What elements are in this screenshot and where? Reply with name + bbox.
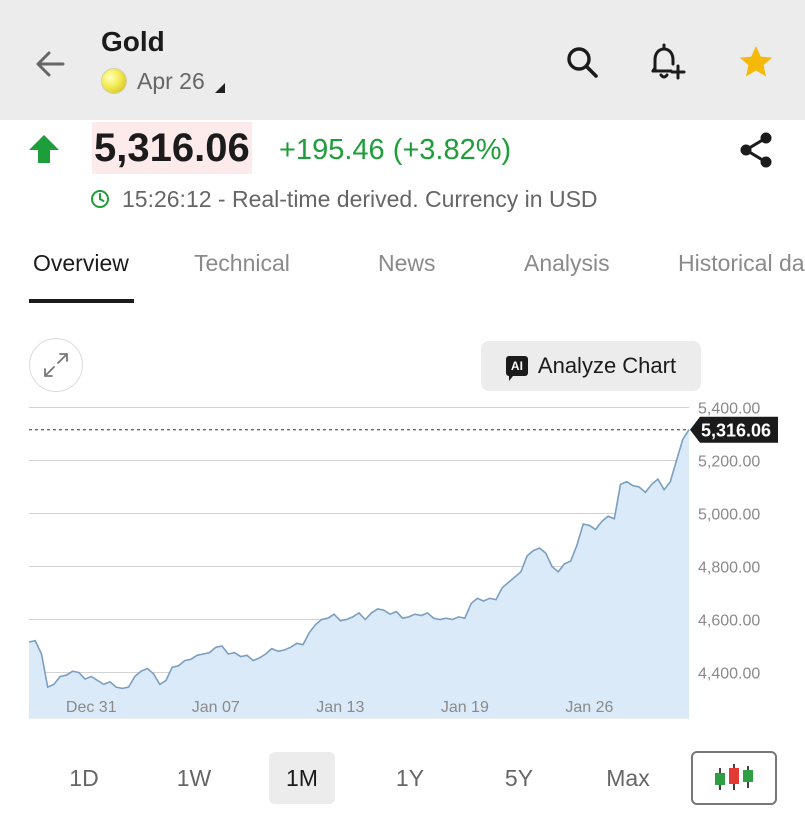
y-tick-label: 5,000.00	[698, 507, 760, 524]
price-area-fill	[29, 429, 689, 718]
x-tick-label: Jan 13	[316, 699, 364, 716]
share-icon	[740, 132, 772, 168]
time-range-selector: 1D 1W 1M 1Y 5Y Max	[0, 750, 805, 806]
chart-type-button[interactable]	[691, 751, 777, 805]
tab-technical[interactable]: Technical	[194, 250, 290, 277]
expand-icon	[44, 353, 68, 377]
back-button[interactable]	[30, 44, 70, 84]
section-tabs: Overview Technical News Analysis Histori…	[0, 238, 805, 304]
share-button[interactable]	[736, 130, 776, 170]
watchlist-star-button[interactable]	[734, 40, 778, 84]
analyze-chart-button[interactable]: AI Analyze Chart	[481, 341, 701, 391]
candlestick-icon	[715, 764, 753, 790]
quote-header: 5,316.06 +195.46 (+3.82%)	[0, 120, 805, 180]
add-alert-button[interactable]	[645, 40, 689, 84]
top-bar: Gold Apr 26	[0, 0, 805, 120]
y-tick-label: 4,600.00	[698, 613, 760, 630]
range-max-button[interactable]: Max	[595, 752, 661, 804]
price-up-arrow-icon	[29, 135, 59, 163]
search-button[interactable]	[560, 40, 604, 84]
quote-time-row: 15:26:12 - Real-time derived. Currency i…	[90, 182, 598, 216]
search-icon	[567, 47, 598, 78]
y-tick-label: 5,200.00	[698, 454, 760, 471]
arrow-left-icon	[36, 51, 65, 77]
price-chart-area: 4,400.00 4,600.00 4,800.00 5,000.00 5,200.00…	[0, 320, 805, 740]
y-tick-label: 5,400.00	[698, 401, 760, 418]
star-icon	[739, 46, 773, 77]
x-tick-label: Jan 07	[192, 699, 240, 716]
dropdown-caret-icon	[214, 83, 225, 93]
bell-plus-icon	[651, 43, 686, 80]
tab-overview[interactable]: Overview	[33, 250, 129, 277]
x-tick-label: Dec 31	[66, 699, 117, 716]
range-1m-button[interactable]: 1M	[269, 752, 335, 804]
last-price: 5,316.06	[92, 122, 252, 174]
range-1d-button[interactable]: 1D	[51, 752, 117, 804]
ai-icon: AI	[505, 356, 528, 381]
y-tick-label: 4,800.00	[698, 560, 760, 577]
gold-coin-icon	[101, 68, 127, 94]
page-title: Gold	[101, 26, 165, 57]
active-tab-indicator	[29, 299, 134, 303]
analyze-chart-label: Analyze Chart	[537, 353, 677, 378]
tab-historical-data[interactable]: Historical data	[678, 250, 805, 277]
contract-selector[interactable]: Apr 26	[101, 66, 225, 96]
tab-analysis[interactable]: Analysis	[524, 250, 610, 277]
expand-chart-button[interactable]	[29, 338, 83, 392]
range-1y-button[interactable]: 1Y	[377, 752, 443, 804]
last-price-tag-label: 5,316.06	[701, 421, 771, 441]
clock-icon	[91, 190, 109, 208]
range-1w-button[interactable]: 1W	[161, 752, 227, 804]
y-tick-label: 4,400.00	[698, 666, 760, 683]
range-5y-button[interactable]: 5Y	[486, 752, 552, 804]
x-tick-label: Jan 19	[441, 699, 489, 716]
price-change: +195.46 (+3.82%)	[279, 134, 512, 166]
quote-time-note: 15:26:12 - Real-time derived. Currency i…	[122, 185, 598, 212]
x-tick-label: Jan 26	[565, 699, 613, 716]
tab-news[interactable]: News	[378, 250, 436, 277]
contract-label: Apr 26	[137, 67, 205, 94]
